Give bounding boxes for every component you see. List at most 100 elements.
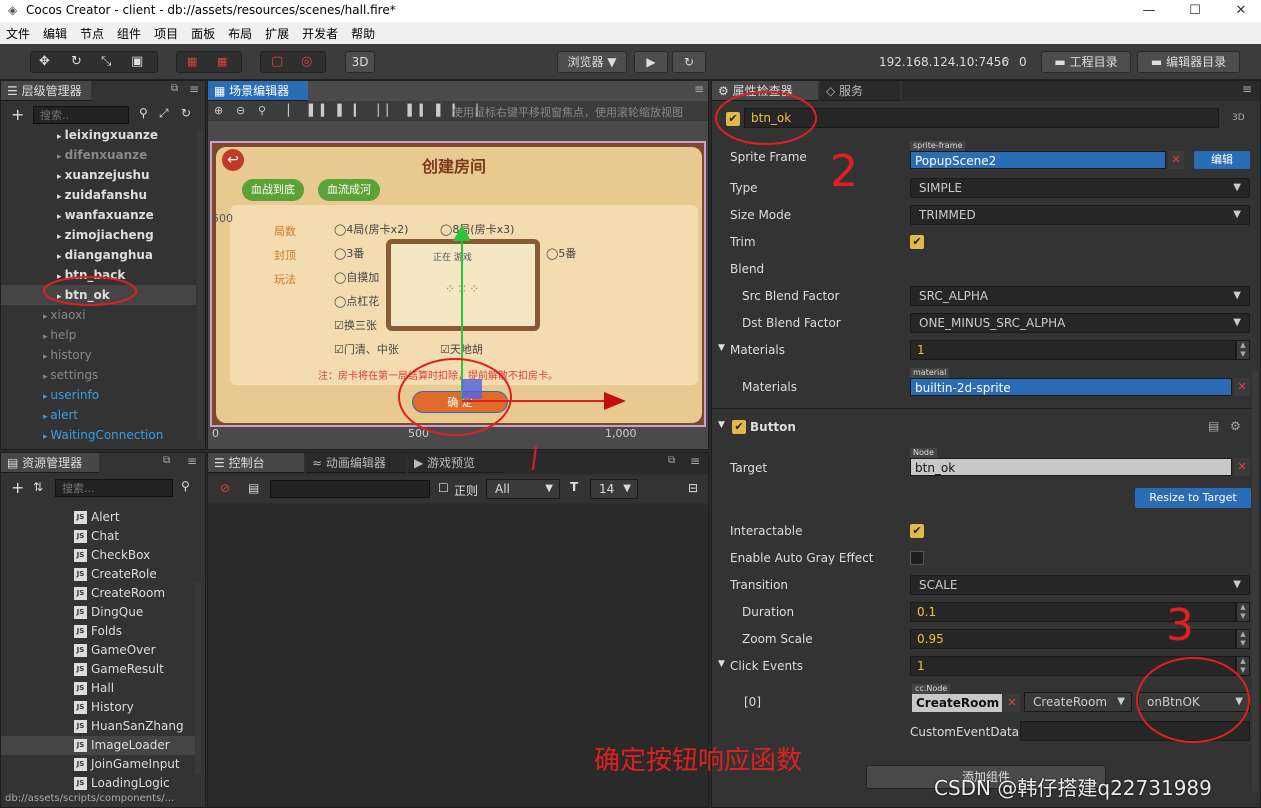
option-diangang[interactable]: ◯点杠花 bbox=[334, 293, 379, 309]
click-events-count-input[interactable]: 1 bbox=[910, 656, 1236, 676]
tab-animation[interactable]: ≈ 动画编辑器 bbox=[306, 453, 406, 473]
book-icon[interactable]: ▤ bbox=[1208, 419, 1219, 433]
rect-tool-icon[interactable]: ▣ bbox=[131, 54, 143, 69]
menu-layout[interactable]: 布局 bbox=[228, 25, 252, 42]
collapse-icon[interactable]: ⊟ bbox=[688, 481, 698, 495]
tree-node[interactable]: ▸ zimojiacheng bbox=[1, 225, 196, 245]
expand-arrow-icon[interactable]: ▸ bbox=[57, 152, 65, 162]
collapse-icon[interactable]: ⤢ bbox=[159, 106, 169, 121]
minimize-button[interactable]: — bbox=[1126, 0, 1172, 22]
mode-3d-button[interactable]: 3D bbox=[345, 51, 375, 73]
asset-item[interactable]: JS CheckBox bbox=[1, 546, 196, 565]
confirm-button[interactable]: 确 定 bbox=[412, 391, 508, 413]
zoom-out-icon[interactable]: ⊖ bbox=[236, 104, 245, 117]
option-5fan[interactable]: ◯5番 bbox=[546, 245, 576, 261]
asset-item[interactable]: JS CreateRole bbox=[1, 565, 196, 584]
resize-to-target-button[interactable]: Resize to Target bbox=[1135, 488, 1251, 508]
expand-arrow-icon[interactable]: ▸ bbox=[57, 212, 65, 222]
clear-icon[interactable]: ✕ bbox=[1168, 151, 1184, 169]
asset-item[interactable]: JS CreateRoom bbox=[1, 584, 196, 603]
button-enabled-checkbox[interactable]: ✔ bbox=[732, 420, 746, 434]
materials-count-input[interactable]: 1 bbox=[910, 340, 1236, 360]
gear-icon[interactable]: ⚙ bbox=[1230, 419, 1241, 433]
option-8ju[interactable]: ◯8局(房卡x3) bbox=[440, 221, 514, 237]
asset-item[interactable]: JS GameOver bbox=[1, 641, 196, 660]
src-blend-select[interactable]: SRC_ALPHA ▼ bbox=[910, 286, 1250, 306]
menu-developer[interactable]: 开发者 bbox=[302, 25, 338, 42]
clear-icon[interactable]: ✕ bbox=[1004, 694, 1020, 712]
expand-arrow-icon[interactable]: ▸ bbox=[57, 132, 65, 142]
regex-checkbox[interactable]: ☐ bbox=[438, 481, 449, 495]
tab-xuezhan[interactable]: 血战到底 bbox=[242, 179, 304, 201]
tree-node[interactable]: ▸ alert bbox=[1, 405, 196, 425]
pivot-icon[interactable]: ▦ bbox=[187, 55, 197, 68]
gizmo-center[interactable] bbox=[462, 379, 482, 399]
clear-icon[interactable]: ✕ bbox=[1234, 458, 1250, 476]
asset-item[interactable]: JS DingQue bbox=[1, 603, 196, 622]
expand-arrow-icon[interactable]: ▸ bbox=[57, 232, 65, 242]
console-filter-input[interactable] bbox=[270, 480, 430, 498]
maximize-icon[interactable]: ⧉ bbox=[163, 455, 170, 466]
menu-extension[interactable]: 扩展 bbox=[265, 25, 289, 42]
tree-node[interactable]: ▸ difenxuanze bbox=[1, 145, 196, 165]
option-4ju[interactable]: ◯4局(房卡x2) bbox=[334, 221, 408, 237]
close-button[interactable]: ✕ bbox=[1218, 0, 1261, 22]
trim-checkbox[interactable]: ✔ bbox=[910, 235, 924, 249]
asset-item[interactable]: JS Hall bbox=[1, 679, 196, 698]
asset-item[interactable]: JS HuanSanZhang bbox=[1, 717, 196, 736]
edit-sprite-button[interactable]: 编辑 bbox=[1194, 151, 1250, 169]
event-target-node[interactable]: CreateRoom bbox=[912, 694, 1002, 712]
tree-node[interactable]: ▸ xiaoxi bbox=[1, 305, 196, 325]
panel-menu-icon[interactable]: ≡ bbox=[187, 454, 197, 468]
mode-3d-label[interactable]: 3D bbox=[1232, 113, 1245, 123]
level-select[interactable]: All ▼ bbox=[486, 479, 560, 499]
tree-node[interactable]: ▸ leixingxuanze bbox=[1, 125, 196, 145]
asset-item[interactable]: JS GameResult bbox=[1, 660, 196, 679]
assets-search-input[interactable] bbox=[55, 479, 173, 497]
size-mode-select[interactable]: TRIMMED ▼ bbox=[910, 205, 1250, 225]
panel-menu-icon[interactable]: ≡ bbox=[189, 82, 199, 96]
asset-item[interactable]: JS JoinGameInput bbox=[1, 755, 196, 774]
type-select[interactable]: SIMPLE ▼ bbox=[910, 178, 1250, 198]
expand-arrow-icon[interactable]: ▸ bbox=[57, 192, 65, 202]
editor-dir-button[interactable]: ▬ 编辑器目录 bbox=[1137, 51, 1240, 73]
browser-select[interactable]: 浏览器 ▼ bbox=[557, 51, 627, 73]
asset-item[interactable]: JS ImageLoader bbox=[1, 736, 196, 755]
auto-gray-checkbox[interactable] bbox=[910, 551, 924, 565]
tab-xueliu[interactable]: 血流成河 bbox=[318, 179, 380, 201]
clear-icon[interactable]: ✕ bbox=[1234, 378, 1250, 396]
maximize-button[interactable]: ☐ bbox=[1172, 0, 1218, 22]
target-field[interactable]: Node btn_ok ✕ bbox=[910, 448, 1250, 478]
clear-icon[interactable]: ⊘ bbox=[220, 481, 230, 495]
sprite-frame-value[interactable]: PopupScene2 bbox=[910, 151, 1166, 169]
hierarchy-scrollbar[interactable] bbox=[197, 131, 203, 441]
font-size-select[interactable]: 14 ▼ bbox=[590, 479, 638, 499]
hierarchy-search-input[interactable] bbox=[33, 106, 129, 124]
option-menqing[interactable]: ☑门清、中张 bbox=[334, 341, 399, 357]
tree-node[interactable]: ▸ history bbox=[1, 345, 196, 365]
asset-item[interactable]: JS LoadingLogic bbox=[1, 774, 196, 793]
sort-icon[interactable]: ⇅ bbox=[33, 480, 43, 494]
material-field[interactable]: material builtin-2d-sprite ✕ bbox=[910, 368, 1250, 398]
tab-hierarchy[interactable]: ☰ 层级管理器 bbox=[1, 81, 91, 101]
expand-arrow-icon[interactable]: ▸ bbox=[57, 172, 65, 182]
search-icon[interactable]: ⚲ bbox=[181, 479, 190, 493]
expand-icon[interactable]: ▼ bbox=[718, 659, 725, 669]
expand-arrow-icon[interactable]: ▸ bbox=[57, 252, 65, 262]
project-dir-button[interactable]: ▬ 工程目录 bbox=[1041, 51, 1131, 73]
snap-icon[interactable]: ▢ bbox=[271, 54, 283, 69]
tree-node[interactable]: ▸ help bbox=[1, 325, 196, 345]
tab-services[interactable]: ◇ 服务 bbox=[820, 81, 900, 101]
tab-console[interactable]: ☰ 控制台 bbox=[208, 453, 304, 473]
expand-arrow-icon[interactable]: ▸ bbox=[57, 272, 65, 282]
tab-game-preview[interactable]: ▶ 游戏预览 bbox=[408, 453, 504, 473]
zoom-reset-icon[interactable]: ⚲ bbox=[258, 104, 266, 117]
log-file-icon[interactable]: ▤ bbox=[248, 481, 259, 495]
panel-menu-icon[interactable]: ≡ bbox=[690, 454, 700, 468]
inspector-scrollbar[interactable] bbox=[1252, 371, 1258, 791]
menu-project[interactable]: 项目 bbox=[154, 25, 178, 42]
grid-icon[interactable]: ◎ bbox=[301, 54, 312, 69]
play-button[interactable]: ▶ bbox=[634, 51, 668, 73]
search-icon[interactable]: ⚲ bbox=[139, 106, 148, 120]
event-component-select[interactable]: CreateRoom ▼ bbox=[1024, 692, 1132, 712]
